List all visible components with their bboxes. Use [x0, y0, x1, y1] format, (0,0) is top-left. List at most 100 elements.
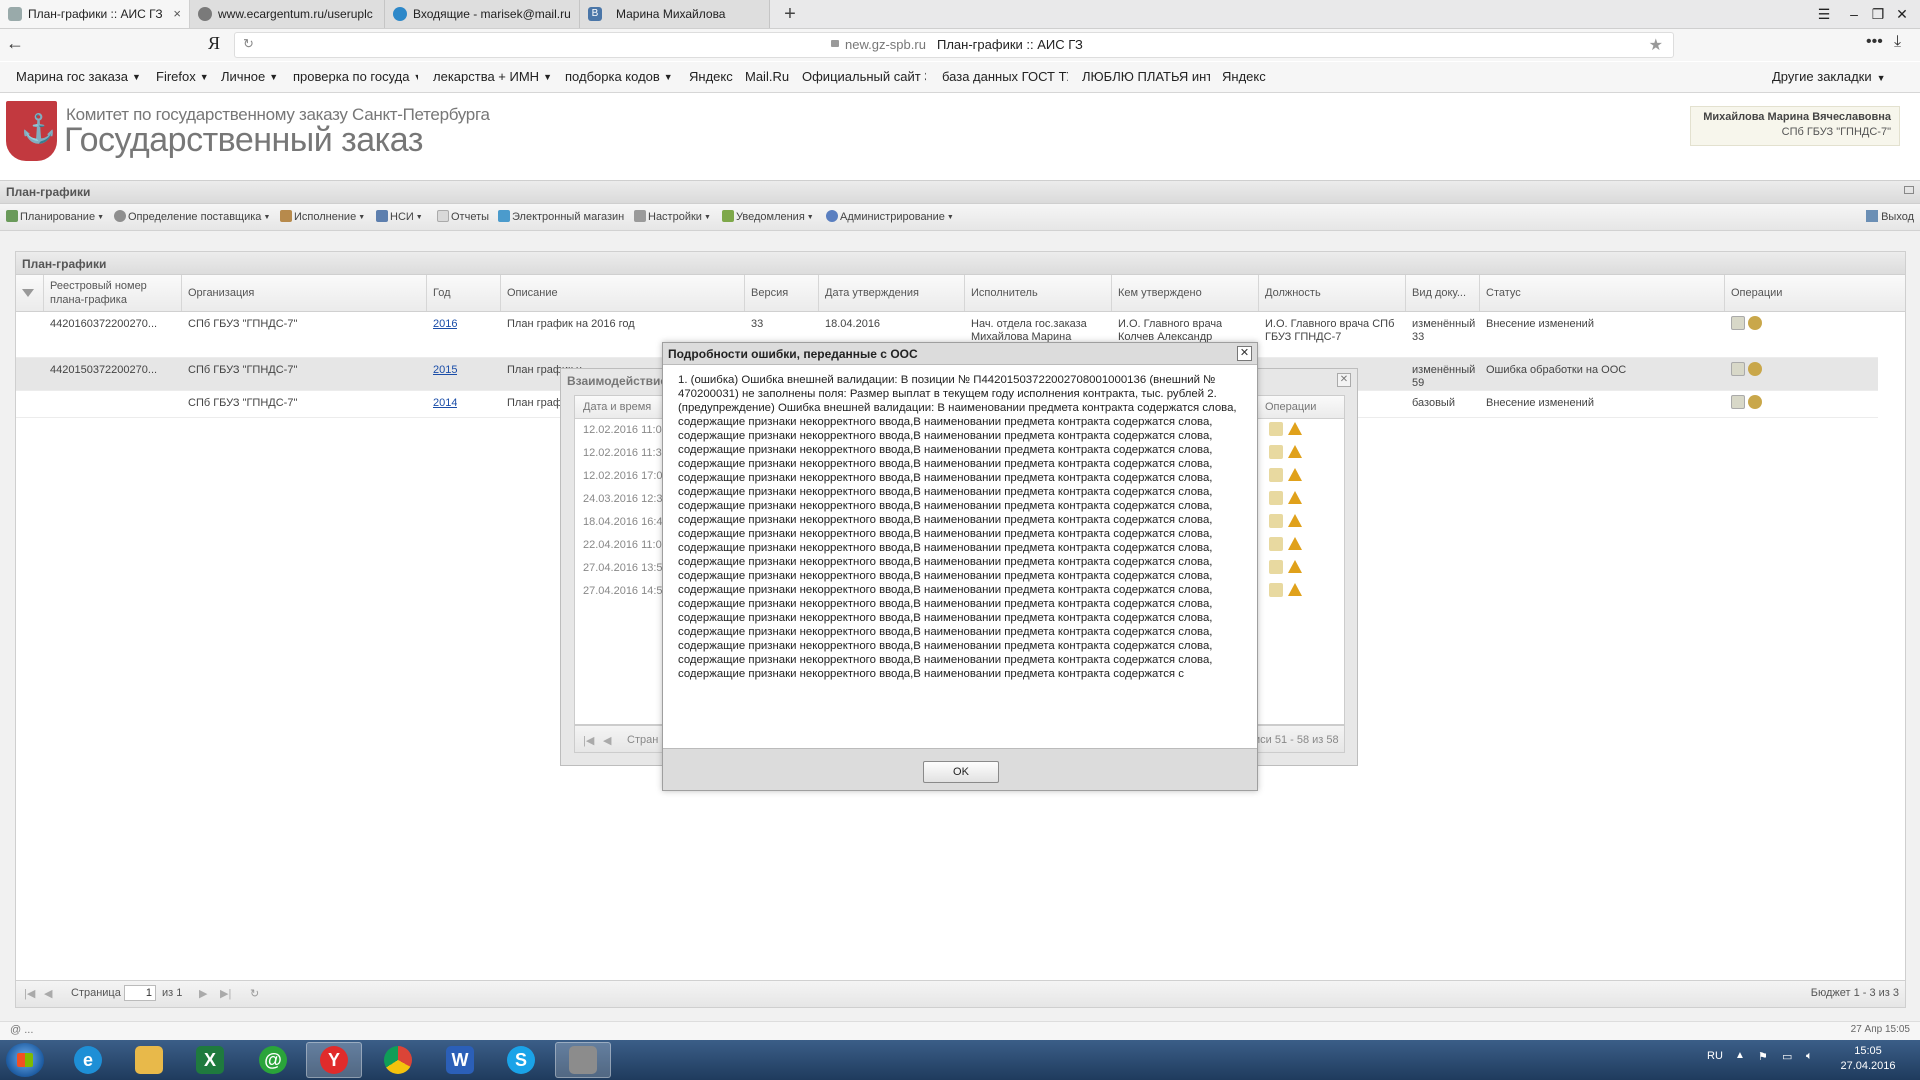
- col-operations[interactable]: Операции: [1725, 275, 1905, 311]
- yandex-logo-icon[interactable]: Я: [208, 33, 220, 54]
- document-icon[interactable]: [1269, 445, 1283, 459]
- menu-notifications[interactable]: Уведомления ▼: [722, 210, 814, 223]
- browser-tab-ecargentum[interactable]: www.ecargentum.ru/useruplc: [190, 0, 385, 28]
- bookmark-item[interactable]: Официальный сайт 3: [802, 69, 926, 84]
- eagle-icon[interactable]: [1748, 395, 1762, 409]
- document-icon[interactable]: [1269, 537, 1283, 551]
- language-indicator[interactable]: RU: [1707, 1050, 1723, 1062]
- last-page-icon[interactable]: ▶|: [220, 987, 231, 1000]
- interaction-row[interactable]: 18.04.2016 16:48: [583, 516, 669, 528]
- other-bookmarks-button[interactable]: Другие закладки ▼: [1772, 69, 1886, 84]
- warning-icon[interactable]: [1288, 468, 1302, 481]
- filter-icon[interactable]: [16, 275, 44, 311]
- browser-tab-mail[interactable]: Входящие - marisek@mail.ru: [385, 0, 580, 28]
- menu-supplier[interactable]: Определение поставщика ▼: [114, 210, 270, 223]
- menu-planning[interactable]: Планирование ▼: [6, 210, 104, 223]
- interaction-row[interactable]: 12.02.2016 11:30: [583, 447, 668, 459]
- col-reg-number[interactable]: Реестровый номер плана-графика: [44, 275, 182, 311]
- taskbar-app[interactable]: X: [182, 1042, 238, 1078]
- prev-page-icon[interactable]: ◀: [44, 987, 52, 1000]
- taskbar-clock[interactable]: 15:05 27.04.2016: [1840, 1044, 1896, 1074]
- collapse-icon[interactable]: [1904, 186, 1914, 194]
- taskbar-app[interactable]: [555, 1042, 611, 1078]
- reload-icon[interactable]: ↻: [243, 36, 254, 52]
- menu-admin[interactable]: Администрирование ▼: [826, 210, 954, 223]
- bookmark-item[interactable]: проверка по госуда ▼: [293, 69, 418, 84]
- bookmark-item[interactable]: Яндекс: [689, 69, 733, 84]
- document-icon[interactable]: [1731, 395, 1745, 409]
- interaction-row[interactable]: 24.03.2016 12:39: [583, 493, 669, 505]
- window-close-icon[interactable]: ✕: [1888, 0, 1916, 28]
- next-page-icon[interactable]: ▶: [199, 987, 207, 1000]
- eagle-icon[interactable]: [1748, 362, 1762, 376]
- taskbar-app[interactable]: W: [432, 1042, 488, 1078]
- close-icon[interactable]: ×: [173, 0, 181, 28]
- year-link[interactable]: 2014: [433, 397, 457, 409]
- document-icon[interactable]: [1269, 514, 1283, 528]
- interaction-row[interactable]: 22.04.2016 11:06: [583, 539, 668, 551]
- document-icon[interactable]: [1731, 316, 1745, 330]
- action-center-flag-icon[interactable]: ⚑: [1758, 1050, 1768, 1063]
- document-icon[interactable]: [1269, 468, 1283, 482]
- taskbar-app[interactable]: @: [245, 1042, 301, 1078]
- page-number-input[interactable]: 1: [124, 985, 156, 1001]
- bookmark-item[interactable]: Личное ▼: [221, 69, 278, 84]
- taskbar-app[interactable]: e: [60, 1042, 116, 1078]
- warning-icon[interactable]: [1288, 491, 1302, 504]
- menu-icon[interactable]: ☰: [1810, 0, 1838, 28]
- exit-button[interactable]: Выход: [1866, 210, 1914, 223]
- user-info-box[interactable]: Михайлова Марина Вячеславовна СПб ГБУЗ "…: [1690, 106, 1900, 146]
- download-icon[interactable]: ⤓: [1894, 33, 1901, 51]
- document-icon[interactable]: [1269, 422, 1283, 436]
- col-position[interactable]: Должность: [1259, 275, 1406, 311]
- taskbar-app-active[interactable]: Y: [306, 1042, 362, 1078]
- ok-button[interactable]: OK: [923, 761, 999, 783]
- refresh-icon[interactable]: ↻: [250, 987, 259, 1000]
- warning-icon[interactable]: [1288, 560, 1302, 573]
- col-doc-type[interactable]: Вид доку...: [1406, 275, 1480, 311]
- start-button[interactable]: [6, 1043, 44, 1077]
- col-organization[interactable]: Организация: [182, 275, 427, 311]
- new-tab-button[interactable]: +: [776, 0, 804, 28]
- year-link[interactable]: 2016: [433, 318, 457, 330]
- menu-eshop[interactable]: Электронный магазин: [498, 210, 624, 223]
- browser-tab-vk[interactable]: В Марина Михайлова: [580, 0, 770, 28]
- col-datetime[interactable]: Дата и время: [583, 401, 651, 413]
- warning-icon[interactable]: [1288, 537, 1302, 550]
- taskbar-app[interactable]: [370, 1042, 426, 1078]
- col-approval-date[interactable]: Дата утверждения: [819, 275, 965, 311]
- first-page-icon[interactable]: |◀: [24, 987, 35, 1000]
- document-icon[interactable]: [1269, 560, 1283, 574]
- close-icon[interactable]: ✕: [1337, 373, 1351, 387]
- bookmark-star-icon[interactable]: ★: [1649, 35, 1663, 55]
- bookmark-item[interactable]: подборка кодов ▼: [565, 69, 673, 84]
- bookmark-item[interactable]: Firefox ▼: [156, 69, 209, 84]
- bookmark-item[interactable]: Mail.Ru: [745, 69, 789, 84]
- interaction-row[interactable]: 12.02.2016 11:02: [583, 424, 668, 436]
- menu-settings[interactable]: Настройки ▼: [634, 210, 711, 223]
- menu-reference[interactable]: НСИ ▼: [376, 210, 423, 223]
- interaction-row[interactable]: 27.04.2016 13:57: [583, 562, 669, 574]
- col-description[interactable]: Описание: [501, 275, 745, 311]
- document-icon[interactable]: [1269, 491, 1283, 505]
- back-arrow-icon[interactable]: ←: [6, 33, 24, 54]
- warning-icon[interactable]: [1288, 583, 1302, 596]
- col-status[interactable]: Статус: [1480, 275, 1725, 311]
- menu-execution[interactable]: Исполнение ▼: [280, 210, 365, 223]
- warning-icon[interactable]: [1288, 422, 1302, 435]
- address-input[interactable]: ↻ new.gz-spb.ru План-графики :: АИС ГЗ ★: [234, 32, 1674, 58]
- bookmark-item[interactable]: Яндекс: [1222, 69, 1266, 84]
- more-icon[interactable]: •••: [1866, 33, 1883, 51]
- first-page-icon[interactable]: |◀: [583, 734, 594, 747]
- spb-emblem-icon[interactable]: ⚓: [6, 101, 57, 161]
- tray-expand-icon[interactable]: ▲: [1735, 1050, 1745, 1061]
- warning-icon[interactable]: [1288, 514, 1302, 527]
- volume-icon[interactable]: 🔈︎: [1806, 1050, 1813, 1063]
- bookmark-item[interactable]: база данных ГОСТ ТУ: [942, 69, 1068, 84]
- eagle-icon[interactable]: [1748, 316, 1762, 330]
- col-version[interactable]: Версия: [745, 275, 819, 311]
- interaction-row[interactable]: 27.04.2016 14:57: [583, 585, 669, 597]
- browser-tab-plan-graphs[interactable]: План-графики :: АИС ГЗ ×: [0, 0, 190, 28]
- taskbar-app[interactable]: S: [493, 1042, 549, 1078]
- interaction-row[interactable]: 12.02.2016 17:04: [583, 470, 669, 482]
